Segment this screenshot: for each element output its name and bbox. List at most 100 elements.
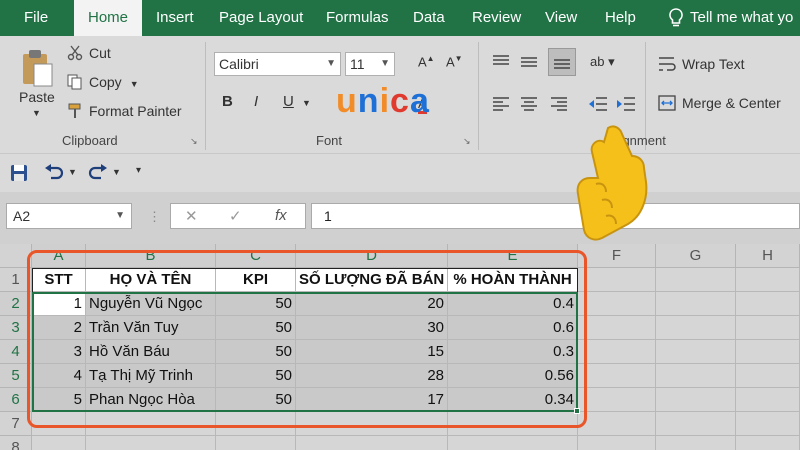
cell-g7[interactable] — [656, 412, 736, 436]
row-header-3[interactable]: 3 — [0, 316, 32, 340]
cell-h1[interactable] — [736, 268, 800, 292]
cell-g5[interactable] — [656, 364, 736, 388]
cell-b2[interactable]: Nguyễn Vũ Ngọc — [86, 292, 216, 316]
cell-h7[interactable] — [736, 412, 800, 436]
format-painter-button[interactable]: Format Painter — [67, 103, 182, 119]
paste-button[interactable]: Paste — [19, 89, 55, 105]
tab-insert[interactable]: Insert — [156, 0, 194, 36]
cell-b6[interactable]: Phan Ngọc Hòa — [86, 388, 216, 412]
font-dialog-launcher-icon[interactable]: ↘ — [463, 136, 471, 147]
cell-a7[interactable] — [32, 412, 86, 436]
column-header-f[interactable]: F — [578, 244, 656, 268]
align-center-icon[interactable] — [520, 96, 538, 112]
cell-f2[interactable] — [578, 292, 656, 316]
clipboard-dialog-launcher-icon[interactable]: ↘ — [190, 136, 198, 147]
paste-icon[interactable] — [20, 48, 54, 88]
paste-dropdown-icon[interactable]: ▼ — [32, 108, 41, 118]
orientation-icon[interactable]: ab ▾ — [590, 54, 615, 70]
cell-h3[interactable] — [736, 316, 800, 340]
increase-indent-icon[interactable] — [616, 96, 636, 112]
cell-e4[interactable]: 0.3 — [448, 340, 578, 364]
cell-b1[interactable]: HỌ VÀ TÊN — [86, 268, 216, 292]
select-all-corner[interactable] — [0, 244, 32, 268]
cell-f4[interactable] — [578, 340, 656, 364]
redo-icon[interactable] — [88, 164, 108, 182]
save-icon[interactable] — [10, 164, 28, 182]
underline-button[interactable]: U — [283, 93, 294, 110]
cell-c4[interactable]: 50 — [216, 340, 296, 364]
cell-g1[interactable] — [656, 268, 736, 292]
customize-toolbar-icon[interactable]: ▾ — [136, 165, 141, 176]
tab-help[interactable]: Help — [605, 0, 636, 36]
cell-c3[interactable]: 50 — [216, 316, 296, 340]
cell-c6[interactable]: 50 — [216, 388, 296, 412]
column-header-c[interactable]: C — [216, 244, 296, 268]
cell-h5[interactable] — [736, 364, 800, 388]
italic-button[interactable]: I — [254, 93, 258, 110]
align-middle-icon[interactable] — [520, 54, 538, 70]
fill-handle[interactable] — [574, 408, 580, 414]
row-header-4[interactable]: 4 — [0, 340, 32, 364]
cell-c2[interactable]: 50 — [216, 292, 296, 316]
tab-formulas[interactable]: Formulas — [326, 0, 389, 36]
cell-f6[interactable] — [578, 388, 656, 412]
cell-h4[interactable] — [736, 340, 800, 364]
cell-h8[interactable] — [736, 436, 800, 450]
decrease-indent-icon[interactable] — [588, 96, 608, 112]
worksheet-grid[interactable]: A B C D E F G H 1 2 3 4 5 6 7 8 STT HỌ VÀ TÊN KPI SỐ LƯỢNG … — [0, 244, 800, 450]
formula-input[interactable]: 1 — [311, 203, 800, 229]
cell-b4[interactable]: Hồ Văn Báu — [86, 340, 216, 364]
cell-h2[interactable] — [736, 292, 800, 316]
align-right-icon[interactable] — [550, 96, 568, 112]
cell-d5[interactable]: 28 — [296, 364, 448, 388]
row-header-8[interactable]: 8 — [0, 436, 32, 450]
column-header-b[interactable]: B — [86, 244, 216, 268]
cell-b3[interactable]: Trần Văn Tuy — [86, 316, 216, 340]
column-header-e[interactable]: E — [448, 244, 578, 268]
cell-e5[interactable]: 0.56 — [448, 364, 578, 388]
row-header-7[interactable]: 7 — [0, 412, 32, 436]
underline-dropdown-icon[interactable]: ▼ — [302, 98, 311, 108]
cell-a6[interactable]: 5 — [32, 388, 86, 412]
merge-center-button[interactable]: Merge & Center — [658, 95, 781, 111]
cell-a8[interactable] — [32, 436, 86, 450]
cell-c1[interactable]: KPI — [216, 268, 296, 292]
cell-a2[interactable]: 1 — [32, 292, 86, 316]
row-header-1[interactable]: 1 — [0, 268, 32, 292]
cell-d3[interactable]: 30 — [296, 316, 448, 340]
decrease-font-size-icon[interactable]: A▼ — [446, 54, 463, 69]
cell-g8[interactable] — [656, 436, 736, 450]
column-header-g[interactable]: G — [656, 244, 736, 268]
insert-function-icon[interactable]: fx — [275, 207, 287, 224]
increase-font-size-icon[interactable]: A▲ — [418, 54, 435, 69]
enter-icon[interactable]: ✓ — [229, 207, 242, 225]
cell-f1[interactable] — [578, 268, 656, 292]
cell-f3[interactable] — [578, 316, 656, 340]
cell-d8[interactable] — [296, 436, 448, 450]
cell-d1[interactable]: SỐ LƯỢNG ĐÃ BÁN — [296, 268, 448, 292]
cell-a1[interactable]: STT — [32, 268, 86, 292]
cell-e3[interactable]: 0.6 — [448, 316, 578, 340]
cell-d2[interactable]: 20 — [296, 292, 448, 316]
tab-file[interactable]: File — [24, 0, 48, 36]
cell-f8[interactable] — [578, 436, 656, 450]
cell-c7[interactable] — [216, 412, 296, 436]
row-header-2[interactable]: 2 — [0, 292, 32, 316]
font-family-select[interactable]: Calibri ▼ — [214, 52, 341, 76]
cell-a4[interactable]: 3 — [32, 340, 86, 364]
undo-dropdown-icon[interactable]: ▼ — [68, 167, 77, 177]
undo-icon[interactable] — [44, 164, 64, 182]
name-box[interactable]: A2 ▼ — [6, 203, 132, 229]
cell-g6[interactable] — [656, 388, 736, 412]
cell-e1[interactable]: % HOÀN THÀNH — [448, 268, 578, 292]
tab-data[interactable]: Data — [413, 0, 445, 36]
cell-e7[interactable] — [448, 412, 578, 436]
font-size-select[interactable]: 11 ▼ — [345, 52, 395, 76]
cell-a3[interactable]: 2 — [32, 316, 86, 340]
cell-c5[interactable]: 50 — [216, 364, 296, 388]
align-left-icon[interactable] — [492, 96, 510, 112]
cell-h6[interactable] — [736, 388, 800, 412]
cell-g4[interactable] — [656, 340, 736, 364]
redo-dropdown-icon[interactable]: ▼ — [112, 167, 121, 177]
copy-dropdown-icon[interactable]: ▼ — [130, 79, 139, 89]
